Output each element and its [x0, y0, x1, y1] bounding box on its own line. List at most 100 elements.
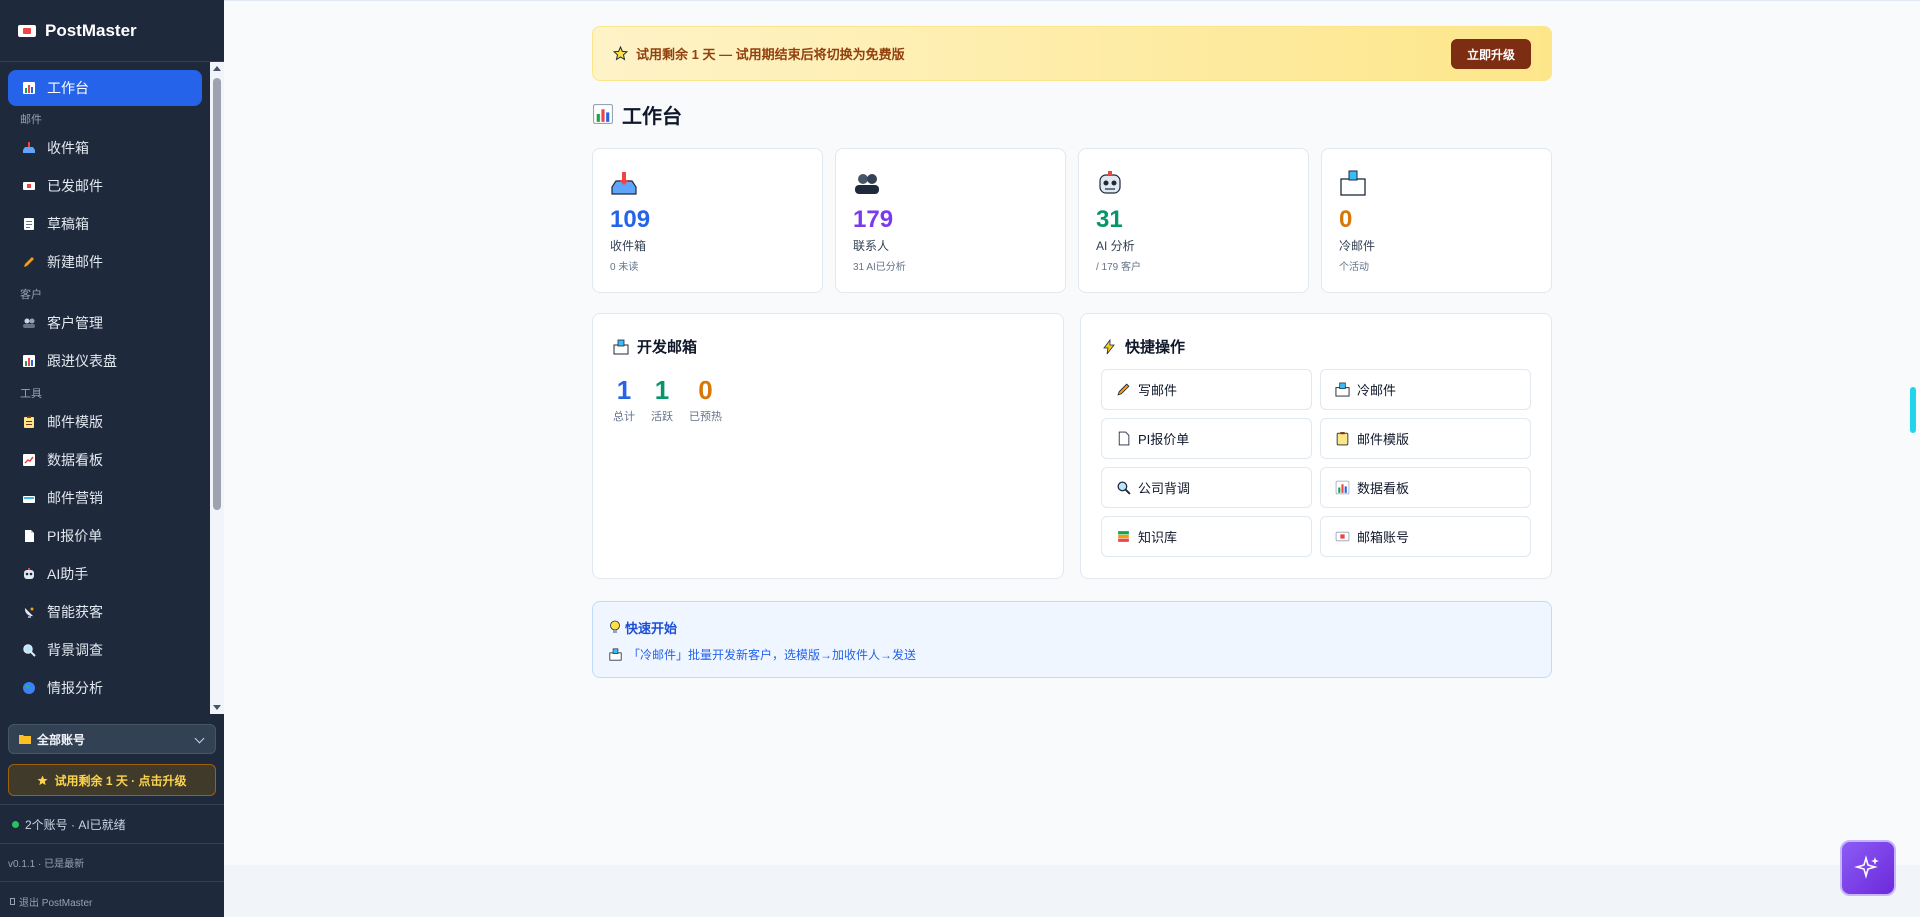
- quick-action-pi-quote[interactable]: PI报价单: [1101, 418, 1312, 459]
- logout-button[interactable]: 退出 PostMaster: [0, 881, 224, 917]
- quick-start-box: 快速开始 「冷邮件」批量开发新客户，选模版→加收件人→发送: [592, 601, 1552, 678]
- main-content: 试用剩余 1 天 — 试用期结束后将切换为免费版 立即升级 工作台 109 收件…: [224, 0, 1920, 865]
- quick-start-title: 快速开始: [609, 618, 1535, 637]
- quick-action-label: 数据看板: [1357, 481, 1410, 496]
- quick-start-text: 「冷邮件」批量开发新客户，选模版→加收件人→发送: [609, 646, 1535, 663]
- sidebar-item-background-check[interactable]: 背景调查: [8, 631, 202, 669]
- magnifier-icon: [21, 642, 37, 658]
- trial-upgrade-label: 试用剩余 1 天 · 点击升级: [54, 773, 187, 788]
- sidebar-item-intel[interactable]: 情报分析: [8, 669, 202, 707]
- clipboard-icon: [21, 414, 37, 430]
- stat-card-inbox[interactable]: 109 收件箱 0 未读: [592, 148, 823, 293]
- logout-label: 退出 PostMaster: [19, 898, 93, 909]
- stat-value: 0: [1339, 206, 1353, 233]
- stat-subtext: 个活动: [1339, 262, 1369, 273]
- bar-chart-icon: [21, 353, 37, 369]
- status-text: 2个账号 · AI已就绪: [25, 817, 126, 832]
- sidebar-item-ai-assistant[interactable]: AI助手: [8, 555, 202, 593]
- sidebar-item-campaigns[interactable]: 邮件营销: [8, 479, 202, 517]
- sidebar-item-label: 邮件模版: [47, 414, 103, 430]
- sidebar-item-label: PI报价单: [47, 528, 103, 544]
- mailbox-icon: [609, 648, 622, 661]
- sidebar-item-inbox[interactable]: 收件箱: [8, 129, 202, 167]
- globe-icon: [21, 680, 37, 696]
- sidebar-item-compose[interactable]: 新建邮件: [8, 243, 202, 281]
- version-text: v0.1.1 · 已是最新: [0, 843, 224, 881]
- quick-start-text-value: 「冷邮件」批量开发新客户，选模版→加收件人→发送: [628, 648, 917, 662]
- dev-mailbox-panel: 开发邮箱 1 总计 1 活跃 0 已预热: [592, 313, 1064, 579]
- quick-action-label: 知识库: [1138, 530, 1178, 545]
- stat-card-contacts[interactable]: 179 联系人 31 AI已分析: [835, 148, 1066, 293]
- app-name: PostMaster: [45, 20, 137, 40]
- sidebar-item-pi-quote[interactable]: PI报价单: [8, 517, 202, 555]
- envelope-icon: [21, 178, 37, 194]
- page-title: 工作台: [592, 101, 682, 128]
- ai-assistant-fab[interactable]: [1840, 840, 1896, 896]
- panel-title: 快捷操作: [1101, 336, 1185, 357]
- sidebar-item-analytics[interactable]: 数据看板: [8, 441, 202, 479]
- panel-title-text: 开发邮箱: [637, 339, 698, 356]
- sidebar-item-templates[interactable]: 邮件模版: [8, 403, 202, 441]
- folder-icon: [19, 734, 31, 744]
- sidebar-item-sent[interactable]: 已发邮件: [8, 167, 202, 205]
- bar-chart-icon: [1333, 479, 1351, 497]
- stat-card-cold-email[interactable]: 0 冷邮件 个活动: [1321, 148, 1552, 293]
- sidebar-item-customers[interactable]: 客户管理: [8, 304, 202, 342]
- memo-icon: [21, 216, 37, 232]
- mailbox-stat-value: 1: [616, 375, 632, 405]
- quick-action-company-check[interactable]: 公司背调: [1101, 467, 1312, 508]
- quick-action-compose[interactable]: 写邮件: [1101, 369, 1312, 410]
- quick-action-label: 邮箱账号: [1357, 530, 1410, 545]
- stat-subtext: 31 AI已分析: [853, 262, 906, 273]
- document-icon: [21, 528, 37, 544]
- scroll-down-arrow-icon[interactable]: [213, 705, 221, 710]
- mailbox-stat-total: 1 总计: [613, 374, 635, 424]
- side-scroll-indicator[interactable]: [1910, 387, 1916, 433]
- quick-start-title-text: 快速开始: [625, 621, 678, 636]
- panel-title: 开发邮箱: [613, 336, 697, 357]
- stat-label: 联系人: [853, 239, 890, 253]
- section-label-tools: 工具: [20, 388, 42, 400]
- sidebar-item-label: 跟进仪表盘: [47, 353, 117, 369]
- bar-chart-icon: [592, 103, 614, 125]
- quick-action-label: PI报价单: [1138, 432, 1190, 447]
- books-icon: [1114, 528, 1132, 546]
- section-label-customers: 客户: [20, 289, 42, 301]
- scrollbar-thumb[interactable]: [213, 78, 221, 510]
- pencil-icon: [1114, 381, 1132, 399]
- trial-banner: 试用剩余 1 天 — 试用期结束后将切换为免费版 立即升级: [592, 26, 1552, 81]
- quick-action-mail-accounts[interactable]: 邮箱账号: [1320, 516, 1531, 557]
- sidebar-item-label: 数据看板: [47, 452, 103, 468]
- sidebar-item-label: 收件箱: [47, 140, 89, 156]
- pencil-icon: [21, 254, 37, 270]
- envelope-icon: [1333, 528, 1351, 546]
- upgrade-now-button[interactable]: 立即升级: [1451, 39, 1531, 69]
- trial-banner-text: 试用剩余 1 天 — 试用期结束后将切换为免费版: [636, 47, 905, 62]
- mailbox-stat-label: 总计: [613, 411, 635, 423]
- quick-action-knowledge-base[interactable]: 知识库: [1101, 516, 1312, 557]
- stat-label: AI 分析: [1096, 239, 1135, 253]
- stat-subtext: / 179 客户: [1096, 262, 1142, 273]
- mail-logo-icon: [18, 24, 36, 37]
- trial-upgrade-button[interactable]: 试用剩余 1 天 · 点击升级: [8, 764, 216, 796]
- sidebar-item-followup[interactable]: 跟进仪表盘: [8, 342, 202, 380]
- inbox-tray-icon: [610, 169, 638, 197]
- people-icon: [853, 169, 881, 197]
- account-select[interactable]: 全部账号: [8, 724, 216, 754]
- robot-icon: [21, 566, 37, 582]
- quick-action-templates[interactable]: 邮件模版: [1320, 418, 1531, 459]
- magnifier-icon: [1114, 479, 1132, 497]
- sidebar-scrollbar[interactable]: [210, 62, 224, 714]
- quick-action-cold-email[interactable]: 冷邮件: [1320, 369, 1531, 410]
- quick-action-analytics[interactable]: 数据看板: [1320, 467, 1531, 508]
- sidebar: PostMaster 工作台 邮件 收件箱 已发邮件 草稿箱 新建邮件 客户 客…: [0, 0, 224, 917]
- star-icon: [37, 774, 49, 786]
- scroll-up-arrow-icon[interactable]: [213, 66, 221, 71]
- mailbox-stat-value: 1: [654, 375, 670, 405]
- mailbox-icon: [1339, 169, 1367, 197]
- sidebar-item-drafts[interactable]: 草稿箱: [8, 205, 202, 243]
- inbox-tray-icon: [21, 140, 37, 156]
- sidebar-item-dashboard[interactable]: 工作台: [8, 70, 202, 106]
- stat-card-ai-analysis[interactable]: 31 AI 分析 / 179 客户: [1078, 148, 1309, 293]
- sidebar-item-lead-gen[interactable]: 智能获客: [8, 593, 202, 631]
